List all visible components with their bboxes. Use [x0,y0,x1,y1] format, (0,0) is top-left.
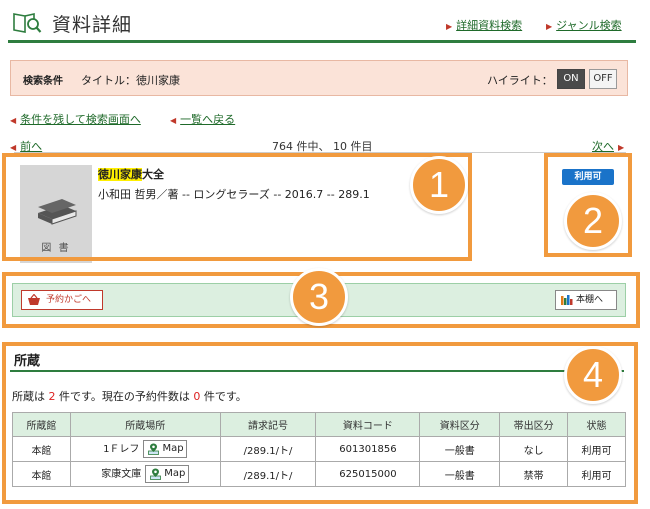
highlight-off-button[interactable]: OFF [589,69,617,89]
advanced-search-link[interactable]: ▶ 詳細資料検索 [446,17,522,33]
back-to-search-link[interactable]: ◀ 条件を残して検索画面へ [10,111,141,127]
condition-label: 検索条件 [23,76,63,87]
callout-number-2: 2 [564,192,622,250]
arrow-right-icon: ▶ [446,22,453,31]
callout-number-1: 1 [410,156,468,214]
arrow-right-icon: ▶ [618,143,625,152]
highlight-on-button[interactable]: ON [557,69,585,89]
highlight-label: ハイライト： [487,74,553,87]
arrow-left-icon: ◀ [10,116,17,125]
callout-frame-record [2,153,472,261]
back-to-list-link[interactable]: ◀ 一覧へ戻る [170,111,235,127]
arrow-left-icon: ◀ [170,116,177,125]
callout-number-4: 4 [564,346,622,404]
callout-frame-holdings [2,342,638,504]
advanced-search-label: 詳細資料検索 [456,19,523,32]
condition-value: タイトル：徳川家康 [81,74,180,87]
arrow-left-icon: ◀ [10,143,17,152]
genre-search-label: ジャンル検索 [556,19,622,32]
arrow-right-icon: ▶ [546,22,553,31]
back-to-search-label: 条件を残して検索画面へ [20,113,141,126]
genre-search-link[interactable]: ▶ ジャンル検索 [546,17,622,33]
header-divider [8,40,636,43]
book-search-icon [13,13,42,33]
callout-number-3: 3 [290,268,348,326]
search-condition-bar: 検索条件 タイトル：徳川家康 ハイライト： ON OFF [10,60,628,96]
page-title: 資料詳細 [52,14,133,36]
back-to-list-label: 一覧へ戻る [180,113,236,126]
page-header: 資料詳細 ▶ 詳細資料検索 ▶ ジャンル検索 [0,0,650,44]
